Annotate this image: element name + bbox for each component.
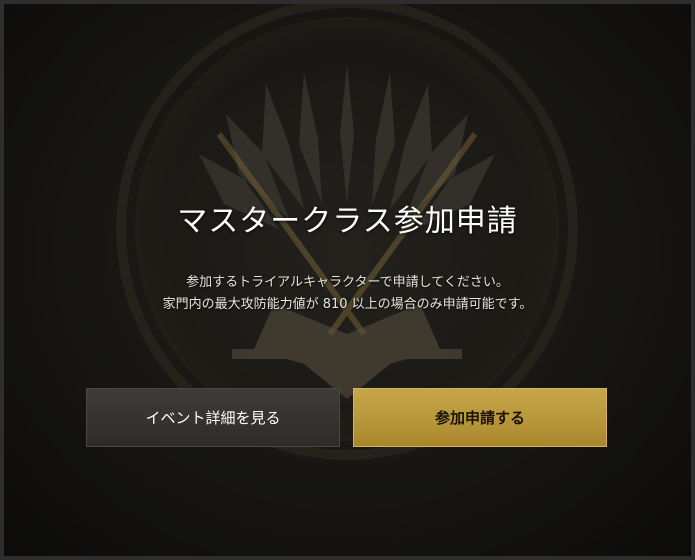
apply-button[interactable]: 参加申請する [353,388,607,447]
event-details-label: イベント詳細を見る [145,409,281,427]
dialog-title: マスタークラス参加申請 [177,204,518,239]
description-line-1: 参加するトライアルキャラクターで申請してください。 [186,275,509,290]
description-line-2: 家門内の最大攻防能力値が 810 以上の場合のみ申請可能です。 [162,297,533,312]
event-details-button[interactable]: イベント詳細を見る [86,388,340,447]
dialog-description: 参加するトライアルキャラクターで申請してください。 家門内の最大攻防能力値が 8… [4,272,691,316]
master-class-application-dialog: マスタークラス参加申請 参加するトライアルキャラクターで申請してください。 家門… [4,4,691,556]
apply-label: 参加申請する [434,409,525,427]
